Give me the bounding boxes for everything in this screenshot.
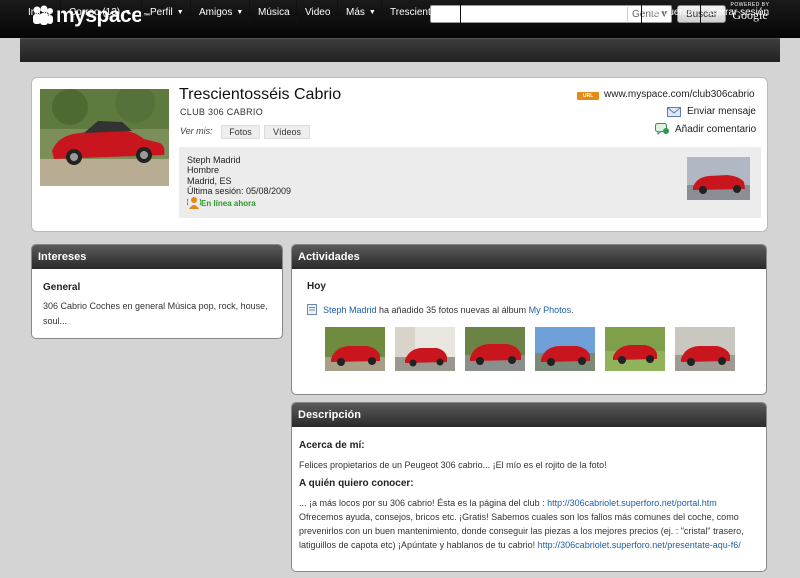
club-portal-link[interactable]: http://306cabriolet.superforo.net/portal… xyxy=(547,498,717,508)
activity-photo-4[interactable] xyxy=(535,327,595,371)
nav-inicio[interactable]: Inicio xyxy=(20,0,61,24)
online-status-text: En línea ahora xyxy=(201,198,256,208)
tab-fotos[interactable]: Fotos xyxy=(221,125,260,139)
search-box: Gente▼ xyxy=(430,5,672,23)
club-presentate-link[interactable]: http://306cabriolet.superforo.net/presen… xyxy=(538,540,741,550)
nav-mi-cuenta-label: Mi cuenta xyxy=(650,6,694,18)
gender: Hombre xyxy=(187,165,220,175)
add-comment-label: Añadir comentario xyxy=(675,123,757,135)
profile-name: Trescientosséis Cabrio xyxy=(179,86,342,103)
profile-thumbnail[interactable] xyxy=(687,157,750,200)
nav-inicio-label: Inicio xyxy=(28,6,52,18)
activity-text: ha añadido 35 fotos nuevas al álbum xyxy=(376,304,529,315)
intereses-panel: Intereses General 306 Cabrio Coches en g… xyxy=(31,244,283,339)
ver-mis-label: Ver mis: xyxy=(180,126,213,136)
chevron-down-icon: ▼ xyxy=(176,8,184,16)
chevron-down-icon: ▼ xyxy=(124,8,132,16)
activity-day-label: Hoy xyxy=(307,281,326,292)
owner-name: Steph Madrid xyxy=(187,155,241,165)
nav-cerrar-sesion-label: Cerrar sesión xyxy=(709,6,770,18)
intereses-header: Intereses xyxy=(32,245,282,269)
add-comment-link[interactable]: Añadir comentario xyxy=(655,123,756,135)
online-status: En línea ahora xyxy=(187,196,256,210)
chevron-down-icon: ▼ xyxy=(450,8,458,16)
nav-video[interactable]: Video xyxy=(297,0,338,24)
nav-video-label: Video xyxy=(305,6,331,18)
nav-musica-label: Música xyxy=(258,6,290,18)
about-text: Felices propietarios de un Peugeot 306 c… xyxy=(299,460,607,470)
nav-perfil-label: Perfil xyxy=(150,6,173,18)
descripcion-header: Descripción xyxy=(292,403,766,427)
descripcion-panel: Descripción Acerca de mí: Felices propie… xyxy=(291,402,767,572)
tab-videos[interactable]: Vídeos xyxy=(264,125,310,139)
actividades-panel: Actividades Hoy Steph Madrid ha añadido … xyxy=(291,244,767,395)
activity-end: . xyxy=(571,304,574,315)
send-message-label: Enviar mensaje xyxy=(687,106,756,117)
activity-photo-6[interactable] xyxy=(675,327,735,371)
last-login: Última sesión: 05/08/2009 xyxy=(187,186,292,196)
nav-mas-label: Más xyxy=(346,6,365,18)
chevron-down-icon: ▼ xyxy=(368,8,376,16)
location: Madrid, ES xyxy=(187,176,232,186)
nav-perfil[interactable]: Perfil ▼ xyxy=(142,0,191,24)
profile-photo[interactable] xyxy=(40,89,169,186)
profile-details-box xyxy=(179,147,761,218)
activity-photo-3[interactable] xyxy=(465,327,525,371)
car-thumbnail-image xyxy=(687,157,750,200)
chevron-down-icon: ▼ xyxy=(236,8,244,16)
activity-photo-5[interactable] xyxy=(605,327,665,371)
nav-mi-cuenta[interactable]: Mi cuenta xyxy=(641,0,700,24)
profile-url[interactable]: www.myspace.com/club306cabrio xyxy=(604,89,755,100)
actividades-header: Actividades xyxy=(292,245,766,269)
activity-photo-1[interactable] xyxy=(325,327,385,371)
nav-cerrar-sesion[interactable]: Cerrar sesión xyxy=(700,0,780,24)
about-heading: Acerca de mí: xyxy=(299,440,365,451)
send-message-link[interactable]: Enviar mensaje xyxy=(667,106,756,117)
nav-trescientos-label: Trescientos.. xyxy=(390,6,447,18)
activity-actor-link[interactable]: Steph Madrid xyxy=(323,305,377,315)
comment-icon xyxy=(655,123,669,135)
intereses-general-text: 306 Cabrio Coches en general Música pop,… xyxy=(43,301,268,326)
nav-correo-label: Correo (13) xyxy=(69,6,121,18)
intereses-general-title: General xyxy=(43,282,81,293)
meet-text: ... ¡a más locos por su 306 cabrio! Ésta… xyxy=(299,496,759,552)
meet-heading: A quién quiero conocer: xyxy=(299,478,414,489)
nav-trescientos[interactable]: Trescientos.. ▼ xyxy=(382,0,461,24)
photo-album-icon xyxy=(307,304,317,315)
activity-item: Steph Madrid ha añadido 35 fotos nuevas … xyxy=(307,304,574,315)
nav-mas[interactable]: Más ▼ xyxy=(338,0,382,24)
activity-photo-2[interactable] xyxy=(395,327,455,371)
profile-headline: CLUB 306 CABRIO xyxy=(180,107,264,117)
car-photo-image xyxy=(40,89,169,186)
envelope-icon xyxy=(667,106,681,117)
nav-amigos-label: Amigos xyxy=(199,6,233,18)
nav-musica[interactable]: Música xyxy=(250,0,297,24)
activity-album-link[interactable]: My Photos xyxy=(529,305,572,315)
main-navbar xyxy=(20,38,780,62)
online-person-icon xyxy=(187,197,201,209)
meet-text-1: ... ¡a más locos por su 306 cabrio! Ésta… xyxy=(299,498,548,508)
nav-correo[interactable]: Correo (13) ▼ xyxy=(61,0,142,24)
url-badge: URL xyxy=(577,92,599,100)
search-input[interactable] xyxy=(433,7,623,21)
nav-amigos[interactable]: Amigos ▼ xyxy=(191,0,250,24)
